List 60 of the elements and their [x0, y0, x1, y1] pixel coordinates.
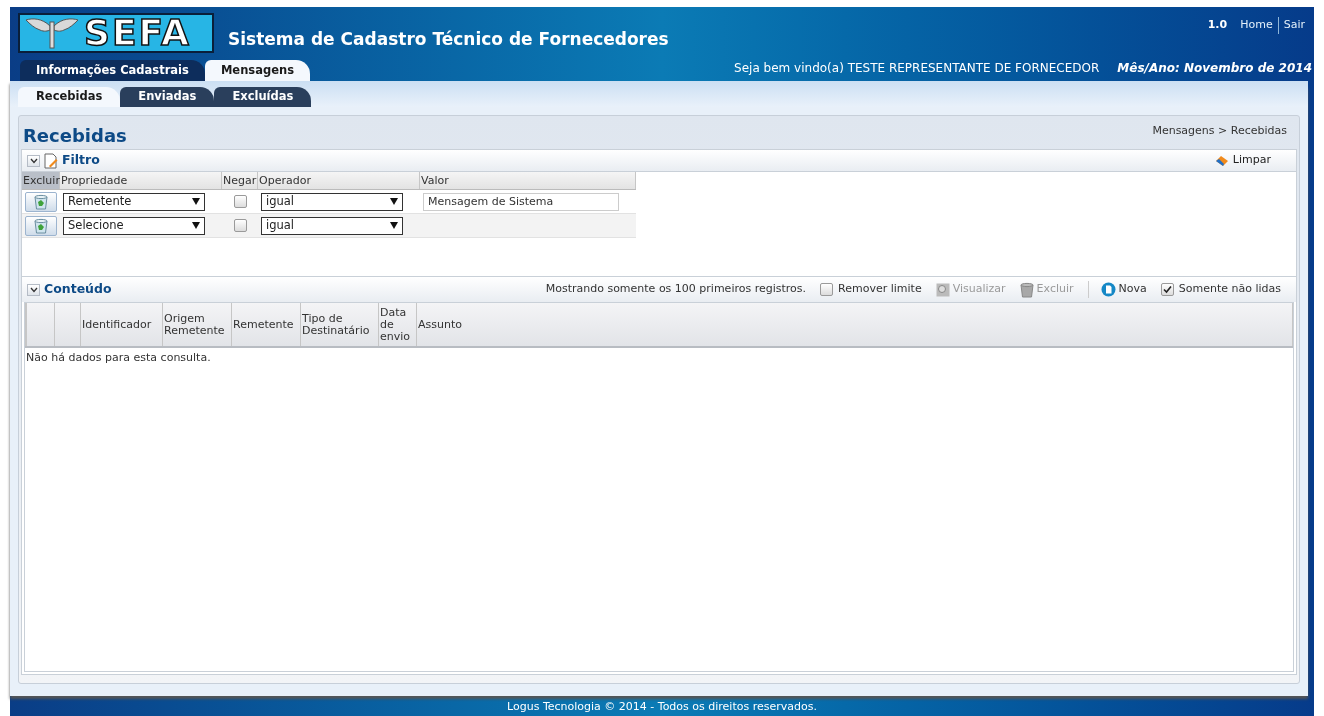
delete-row-button[interactable] — [25, 215, 57, 236]
trash-icon — [34, 193, 48, 210]
logo-text: SEFA — [84, 15, 191, 51]
collapse-toggle[interactable] — [27, 154, 40, 167]
main-tab[interactable]: Mensagens — [204, 60, 310, 81]
dropdown[interactable]: igual — [261, 216, 403, 235]
column-header: Assunto — [417, 303, 1293, 346]
checkbox[interactable] — [233, 195, 247, 208]
checkbox[interactable] — [1160, 283, 1174, 296]
column-header: Data de envio — [379, 303, 417, 346]
footer-text: Logus Tecnologia © 2014 - Todos os direitos reservados. — [506, 698, 818, 715]
checkbox[interactable] — [820, 283, 834, 296]
checkbox[interactable] — [233, 219, 247, 232]
trash-icon — [1019, 281, 1034, 298]
header-link[interactable]: Sair — [1277, 17, 1310, 34]
dropdown-arrow-icon — [192, 222, 200, 229]
sub-tab[interactable]: Excluídas — [214, 87, 312, 107]
checkbox-label: Remover limite — [838, 281, 922, 298]
column-header: Propriedade — [60, 172, 222, 189]
dropdown[interactable]: Remetente — [63, 192, 205, 211]
trash-icon — [34, 217, 48, 234]
period-text: Mês/Ano: Novembro de 2014 — [1117, 60, 1312, 77]
clear-button[interactable]: Limpar — [1214, 152, 1271, 169]
eraser-icon — [1214, 154, 1229, 167]
document-icon — [1100, 282, 1116, 297]
page-title: Recebidas — [23, 124, 127, 148]
column-header: Operador — [258, 172, 420, 189]
value-field[interactable]: Mensagem de Sistema — [423, 192, 619, 211]
sub-tab[interactable]: Recebidas — [18, 87, 121, 107]
check-icon — [1162, 285, 1172, 294]
column-header: Valor — [420, 172, 636, 189]
column-header: Remetente — [232, 303, 301, 346]
welcome-text: Seja bem vindo(a) TESTE REPRESENTANTE DE FORNECEDOR — [734, 60, 1100, 77]
column-header: Tipo de Destinatário — [301, 303, 379, 346]
document-pencil-icon — [44, 152, 58, 169]
collapse-toggle[interactable] — [27, 283, 40, 296]
column-header: Identificador — [81, 303, 163, 346]
version-label: 1.0 — [1207, 17, 1228, 33]
column-header: Negar — [222, 172, 258, 189]
records-note: Mostrando somente os 100 primeiros registros. — [545, 281, 807, 298]
dropdown[interactable]: Selecione — [63, 216, 205, 235]
checkbox-label: Somente não lidas — [1178, 281, 1281, 298]
column-header: Excluir — [22, 172, 60, 189]
section-title: Filtro — [62, 151, 100, 170]
sub-tab[interactable]: Enviadas — [120, 87, 215, 107]
dropdown-arrow-icon — [390, 222, 398, 229]
header-link[interactable]: Home — [1235, 17, 1278, 34]
delete-row-button[interactable] — [25, 191, 57, 212]
dropdown-arrow-icon — [390, 198, 398, 205]
magnifier-icon — [935, 282, 950, 297]
dropdown-arrow-icon — [192, 198, 200, 205]
main-tab[interactable]: Informações Cadastrais — [20, 60, 205, 81]
column-header — [25, 303, 55, 346]
section-title: Conteúdo — [44, 280, 112, 299]
app-title: Sistema de Cadastro Técnico de Fornecedores — [228, 28, 669, 51]
dropdown[interactable]: igual — [261, 192, 403, 211]
wings-icon — [24, 16, 80, 50]
column-header: Origem Remetente — [163, 303, 232, 346]
toolbar-button[interactable]: Nova — [1087, 281, 1147, 298]
breadcrumb: Mensagens > Recebidas — [1152, 122, 1287, 139]
